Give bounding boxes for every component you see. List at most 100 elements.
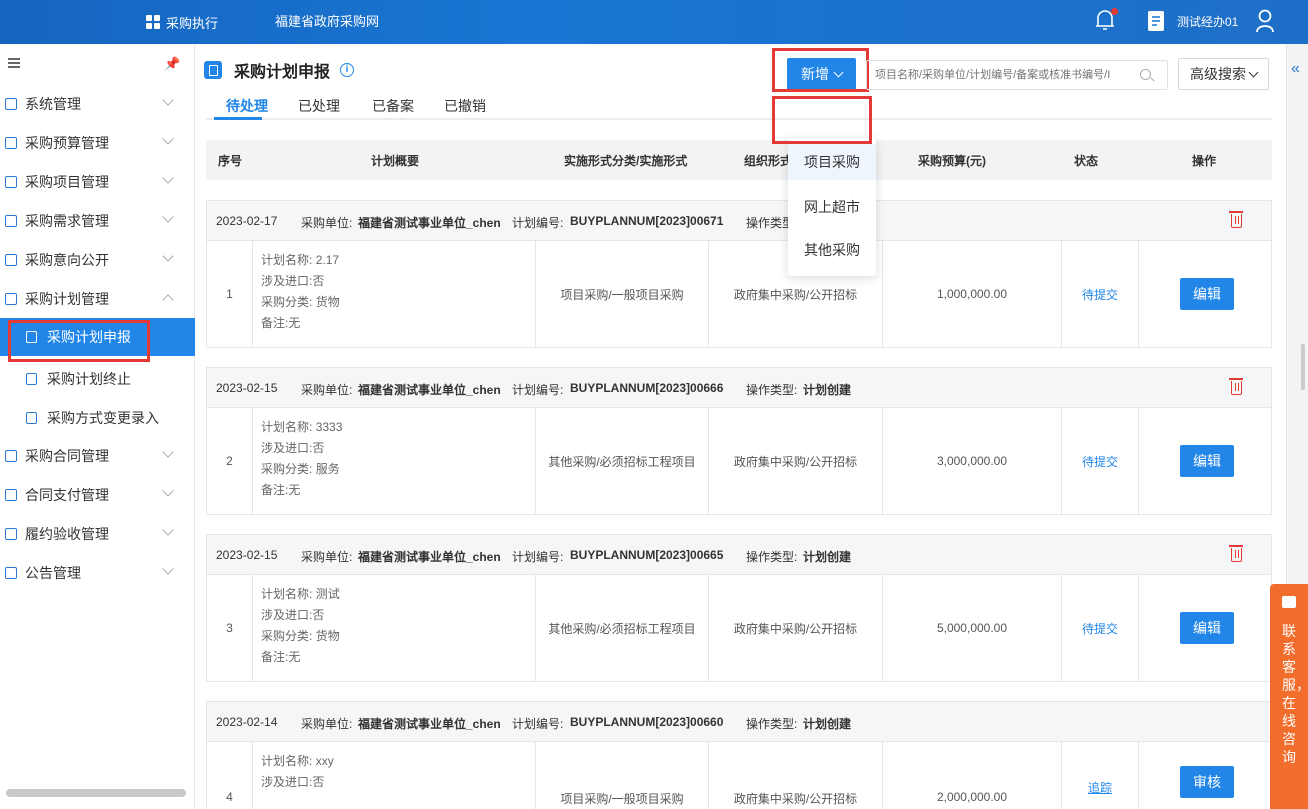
chevron-down-icon	[162, 133, 174, 145]
status-text[interactable]: 待提交	[1062, 575, 1139, 681]
sidebar-item-intent[interactable]: 采购意向公开	[0, 242, 195, 278]
sidebar-item-budget[interactable]: 采购预算管理	[0, 125, 195, 161]
tab-revoked[interactable]: 已撤销	[444, 96, 486, 116]
delete-icon[interactable]	[1229, 545, 1243, 562]
sidebar-item-contract[interactable]: 采购合同管理	[0, 438, 195, 474]
tab-processed[interactable]: 已处理	[298, 96, 340, 116]
plan-summary: 计划名称: 2.17 涉及进口:否 采购分类: 货物 备注:无	[253, 241, 536, 347]
column-header: 序号	[218, 154, 243, 168]
sidebar-header: 📌	[0, 44, 194, 84]
summary-import: 涉及进口:否	[261, 605, 535, 626]
summary-label: 备注:	[261, 483, 289, 497]
double-chevron-left-icon[interactable]: «	[1291, 60, 1300, 78]
delete-icon[interactable]	[1229, 378, 1243, 395]
budget-amount: 5,000,000.00	[883, 575, 1062, 681]
top-bar: 采购执行 福建省政府采购网 测试经办01	[0, 0, 1308, 44]
organization-form: 政府集中采购/公开招标	[709, 575, 883, 681]
terminate-doc-icon	[26, 373, 37, 385]
table-row: 2023-02-15 采购单位: 福建省测试事业单位_chen 计划编号: BU…	[206, 534, 1272, 682]
chevron-down-icon	[162, 94, 174, 106]
summary-remark: 备注:无	[261, 480, 535, 501]
document-icon[interactable]	[1147, 10, 1165, 32]
sidebar-subitem-plan-terminate[interactable]: 采购计划终止	[0, 360, 195, 398]
status-text[interactable]: 待提交	[1062, 241, 1139, 347]
summary-value: xxy	[315, 754, 334, 768]
chevron-down-icon	[833, 67, 844, 77]
contact-service-widget[interactable]: 联系客服，在线咨询	[1270, 584, 1308, 809]
summary-value: 3333	[315, 420, 343, 434]
search-input[interactable]	[867, 61, 1127, 89]
summary-name: 计划名称: 测试	[261, 584, 535, 605]
row-meta: 2023-02-15 采购单位: 福建省测试事业单位_chen 计划编号: BU…	[207, 368, 1271, 408]
edit-button[interactable]: 编辑	[1180, 445, 1234, 477]
summary-value: 否	[312, 775, 325, 789]
edit-button[interactable]: 编辑	[1180, 278, 1234, 310]
sidebar-scrollbar[interactable]	[6, 789, 186, 797]
status-text[interactable]: 追踪	[1062, 742, 1139, 809]
menu-item-online-mall[interactable]: 网上超市	[788, 189, 876, 225]
module-switcher[interactable]: 采购执行	[146, 0, 218, 44]
page-header: 采购计划申报 i	[204, 58, 355, 82]
edit-button[interactable]: 编辑	[1180, 612, 1234, 644]
status-text[interactable]: 待提交	[1062, 408, 1139, 514]
sidebar-item-acceptance[interactable]: 履约验收管理	[0, 516, 195, 552]
summary-value: 无	[288, 316, 301, 330]
status-tabs: 待处理 已处理 已备案 已撤销	[206, 90, 1272, 120]
organization-form: 政府集中采购/公开招标	[709, 742, 883, 809]
summary-label: 涉及进口:	[261, 775, 313, 789]
info-icon[interactable]: i	[340, 63, 355, 77]
op-type-value: 计划创建	[803, 548, 851, 565]
unit-label: 采购单位:	[301, 216, 353, 230]
summary-import: 涉及进口:否	[261, 438, 535, 459]
menu-icon[interactable]	[8, 58, 20, 68]
pin-icon[interactable]: 📌	[164, 56, 180, 72]
chevron-down-icon	[1248, 67, 1259, 77]
plan-no-text: BUYPLANNUM[2023]00666	[570, 381, 724, 395]
row-date: 2023-02-14	[216, 715, 278, 729]
search-icon[interactable]	[1140, 69, 1151, 80]
budget-amount: 3,000,000.00	[883, 408, 1062, 514]
budget-icon	[5, 137, 17, 149]
row-index: 3	[207, 575, 253, 681]
delete-icon[interactable]	[1229, 211, 1243, 228]
bell-icon[interactable]	[1094, 8, 1118, 32]
page-scrollbar[interactable]	[1301, 344, 1305, 390]
sidebar-item-project[interactable]: 采购项目管理	[0, 164, 195, 200]
unit-text: 福建省测试事业单位_chen	[358, 383, 501, 397]
demand-icon	[5, 215, 17, 227]
column-header: 组织形式	[744, 154, 793, 168]
summary-label: 计划名称:	[261, 587, 313, 601]
sidebar-item-demand[interactable]: 采购需求管理	[0, 203, 195, 239]
summary-label: 采购分类:	[261, 629, 313, 643]
tab-pending[interactable]: 待处理	[226, 96, 268, 116]
summary-remark: 备注:无	[261, 313, 535, 334]
sidebar-subitem-method-change[interactable]: 采购方式变更录入	[0, 399, 195, 437]
site-name[interactable]: 福建省政府采购网	[275, 0, 379, 44]
sidebar-item-payment[interactable]: 合同支付管理	[0, 477, 195, 513]
plan-no-text: BUYPLANNUM[2023]00671	[570, 214, 724, 228]
plan-summary: 计划名称: 3333 涉及进口:否 采购分类: 服务 备注:无	[253, 408, 536, 514]
user-icon[interactable]	[1255, 9, 1275, 33]
project-icon	[5, 176, 17, 188]
plan-no-text: BUYPLANNUM[2023]00660	[570, 715, 724, 729]
sidebar-item-system[interactable]: 系统管理	[0, 86, 195, 122]
tab-filed[interactable]: 已备案	[372, 96, 414, 116]
grid-icon	[146, 15, 160, 29]
summary-value: 无	[288, 483, 301, 497]
review-button[interactable]: 审核	[1180, 766, 1234, 798]
edit-doc-icon	[204, 61, 222, 79]
main-content: 采购计划申报 i 新增 高级搜索 待处理 已处理 已备案 已撤销 序号 计划概要…	[196, 44, 1286, 809]
new-button[interactable]: 新增	[787, 58, 856, 90]
menu-item-project-purchase[interactable]: 项目采购	[788, 144, 876, 180]
menu-item-other-purchase[interactable]: 其他采购	[788, 232, 876, 268]
sidebar-item-plan[interactable]: 采购计划管理	[0, 281, 195, 317]
plan-no-value: BUYPLANNUM[2023]00671	[570, 214, 723, 228]
user-name[interactable]: 测试经办01	[1177, 0, 1238, 44]
row-meta: 2023-02-17 采购单位: 福建省测试事业单位_chen 计划编号: BU…	[207, 201, 1271, 241]
summary-label: 计划名称:	[261, 420, 313, 434]
advanced-search-button[interactable]: 高级搜索	[1178, 58, 1269, 90]
sidebar-item-announcement[interactable]: 公告管理	[0, 555, 195, 591]
sidebar-subitem-label: 采购计划申报	[47, 329, 131, 345]
change-doc-icon	[26, 412, 37, 424]
sidebar-subitem-plan-declare[interactable]: 采购计划申报	[0, 318, 195, 356]
